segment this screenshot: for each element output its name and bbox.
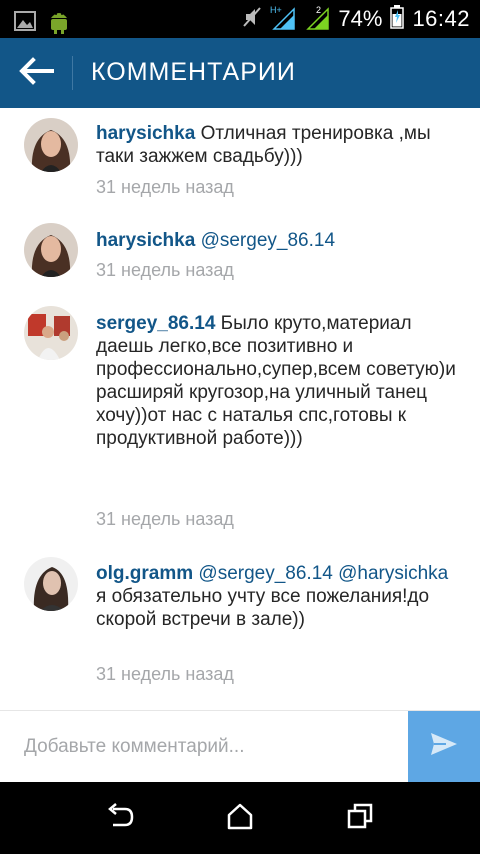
home-icon bbox=[226, 802, 254, 835]
comment-input[interactable] bbox=[0, 711, 408, 782]
send-button[interactable] bbox=[408, 711, 480, 782]
avatar[interactable] bbox=[24, 118, 78, 172]
clock: 16:42 bbox=[412, 6, 470, 31]
status-bar: H+ 2 74% 16:42 bbox=[0, 0, 480, 38]
comments-list[interactable]: harysichka Отличная тренировка ,мы таки … bbox=[0, 108, 480, 710]
signal-2-icon: 2 bbox=[306, 4, 330, 35]
nav-back-button[interactable] bbox=[100, 802, 140, 834]
comment-time: 31 недель назад bbox=[96, 509, 234, 529]
battery-icon bbox=[390, 4, 405, 34]
comment-message: я обязательно учту все пожелания!до скор… bbox=[96, 586, 430, 630]
comment-text: harysichka Отличная тренировка ,мы таки … bbox=[96, 122, 456, 168]
system-nav-bar bbox=[0, 782, 480, 854]
nav-home-button[interactable] bbox=[220, 802, 260, 834]
comment-input-bar bbox=[0, 710, 480, 782]
comment-mention[interactable]: @sergey_86.14 bbox=[198, 563, 332, 584]
avatar[interactable] bbox=[24, 223, 78, 277]
send-icon bbox=[430, 732, 458, 761]
comment-mention[interactable]: @sergey_86.14 bbox=[201, 230, 335, 251]
avatar[interactable] bbox=[24, 306, 78, 360]
arrow-left-icon bbox=[18, 56, 54, 90]
nav-recents-button[interactable] bbox=[340, 802, 380, 834]
comment-username[interactable]: harysichka bbox=[96, 123, 195, 144]
svg-text:2: 2 bbox=[316, 5, 321, 15]
comment-username[interactable]: sergey_86.14 bbox=[96, 313, 215, 334]
recents-icon bbox=[346, 802, 374, 835]
avatar[interactable] bbox=[24, 557, 78, 611]
battery-percent: 74% bbox=[338, 6, 383, 31]
android-icon bbox=[48, 8, 70, 39]
signal-icon: H+ bbox=[270, 4, 298, 35]
comment-text: olg.gramm @sergey_86.14 @harysichka я об… bbox=[96, 562, 456, 631]
comment-time: 31 недель назад bbox=[96, 177, 234, 197]
nav-back-icon bbox=[105, 802, 135, 834]
comment-text: harysichka @sergey_86.14 bbox=[96, 229, 456, 252]
back-button[interactable] bbox=[14, 53, 58, 93]
divider bbox=[72, 56, 73, 90]
comment-text: sergey_86.14 Было круто,материал даешь л… bbox=[96, 312, 456, 450]
network-type-label: H+ bbox=[270, 5, 282, 15]
comment-mention[interactable]: @harysichka bbox=[338, 563, 448, 584]
comment-time: 31 недель назад bbox=[96, 260, 234, 280]
gallery-icon bbox=[14, 11, 36, 36]
page-title: КОММЕНТАРИИ bbox=[91, 58, 296, 86]
mute-icon bbox=[242, 6, 262, 33]
comment-username[interactable]: olg.gramm bbox=[96, 563, 193, 584]
app-bar: КОММЕНТАРИИ bbox=[0, 38, 480, 108]
comment-username[interactable]: harysichka bbox=[96, 230, 195, 251]
comment-time: 31 недель назад bbox=[96, 664, 234, 684]
